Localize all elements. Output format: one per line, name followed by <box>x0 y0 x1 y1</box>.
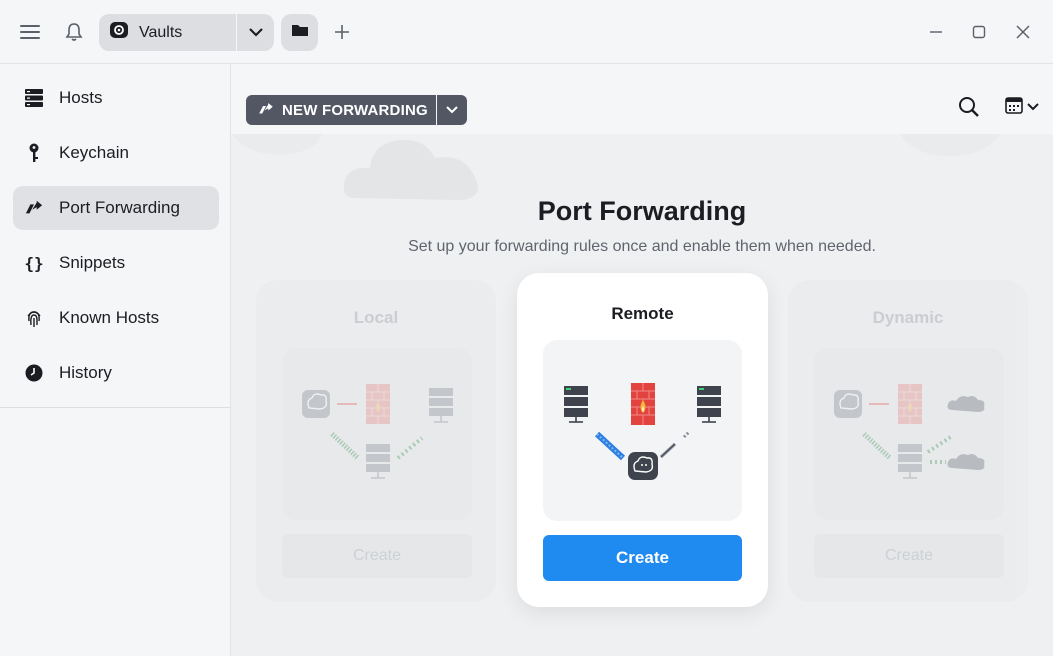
sidebar: Hosts Keychain Port Forwarding {} Snippe… <box>0 64 231 656</box>
chevron-down-icon <box>248 24 263 42</box>
card-remote: Remote Create <box>517 273 768 607</box>
local-forwarding-illustration <box>282 348 472 520</box>
card-title: Dynamic <box>872 308 944 327</box>
search-icon[interactable] <box>956 94 982 120</box>
sidebar-item-snippets[interactable]: {} Snippets <box>13 241 219 285</box>
sidebar-item-keychain[interactable]: Keychain <box>13 131 219 175</box>
view-options-button[interactable] <box>1002 96 1042 118</box>
sidebar-item-label: Port Forwarding <box>59 198 180 217</box>
page-subtitle: Set up your forwarding rules once and en… <box>408 238 876 255</box>
cloud-decoration <box>232 134 322 169</box>
hamburger-icon[interactable] <box>18 22 42 42</box>
vault-label: Vaults <box>139 23 183 41</box>
calendar-icon <box>1005 96 1023 119</box>
folder-icon <box>291 23 309 42</box>
sidebar-item-label: Hosts <box>59 88 103 107</box>
server-icon <box>25 88 43 108</box>
cloud-decoration <box>900 134 1000 167</box>
title-bar: Vaults <box>0 0 1053 64</box>
port-forward-icon <box>258 102 274 119</box>
create-dynamic-button[interactable]: Create <box>814 534 1004 578</box>
vaults-button[interactable]: Vaults <box>99 14 236 51</box>
dynamic-forwarding-illustration <box>814 348 1004 520</box>
fingerprint-icon <box>25 308 43 328</box>
page-title: Port Forwarding <box>537 196 747 226</box>
sidebar-item-label: Keychain <box>59 143 129 162</box>
sidebar-item-port-forwarding[interactable]: Port Forwarding <box>13 186 219 230</box>
vault-icon <box>109 21 129 44</box>
braces-icon: {} <box>24 253 44 273</box>
minimize-icon[interactable] <box>926 22 946 42</box>
key-icon <box>25 143 43 163</box>
vault-dropdown-button[interactable] <box>237 14 274 51</box>
close-icon[interactable] <box>1013 22 1033 42</box>
sidebar-item-hosts[interactable]: Hosts <box>13 76 219 120</box>
create-local-button[interactable]: Create <box>282 534 472 578</box>
new-forwarding-button[interactable]: NEW FORWARDING <box>246 95 436 125</box>
chevron-down-icon <box>1027 98 1039 116</box>
create-remote-button[interactable]: Create <box>543 535 742 581</box>
sidebar-divider <box>0 407 230 408</box>
chevron-down-icon <box>446 101 458 119</box>
sidebar-item-label: Known Hosts <box>59 308 160 327</box>
sidebar-item-label: History <box>59 363 112 382</box>
card-title: Local <box>353 308 399 327</box>
clock-icon <box>25 363 43 383</box>
card-local: Local Create <box>256 280 496 602</box>
new-forwarding-dropdown[interactable] <box>437 95 467 125</box>
card-dynamic: Dynamic Create <box>788 280 1028 602</box>
card-title: Remote <box>611 304 674 323</box>
folder-button[interactable] <box>281 14 318 51</box>
remote-forwarding-illustration <box>543 340 742 521</box>
sidebar-item-known-hosts[interactable]: Known Hosts <box>13 296 219 340</box>
new-forwarding-label: NEW FORWARDING <box>282 101 428 119</box>
port-forward-icon <box>25 198 43 218</box>
sidebar-item-history[interactable]: History <box>13 351 219 395</box>
new-tab-plus-icon[interactable] <box>332 22 352 42</box>
sidebar-item-label: Snippets <box>59 253 126 272</box>
maximize-icon[interactable] <box>969 22 989 42</box>
bell-icon[interactable] <box>63 21 85 43</box>
